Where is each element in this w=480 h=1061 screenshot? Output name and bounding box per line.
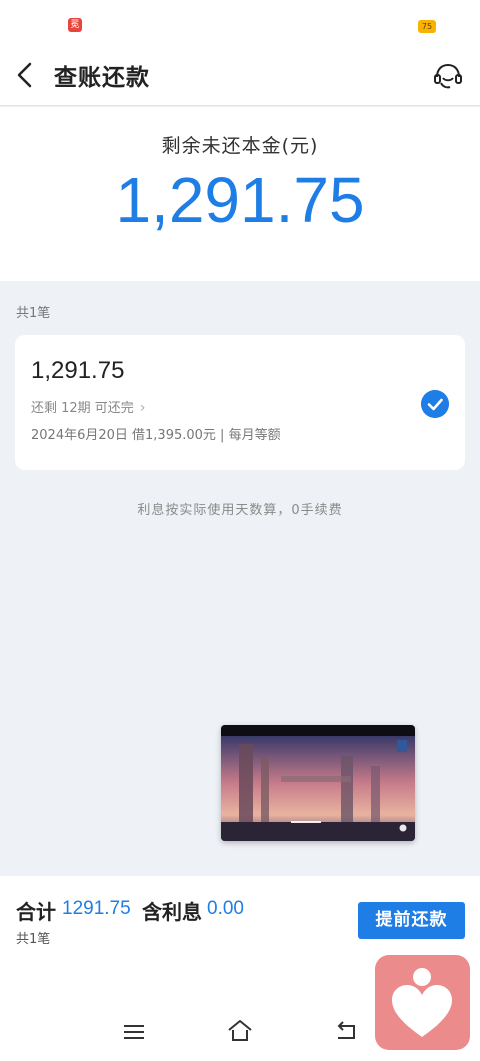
customer-service-icon[interactable] (432, 60, 464, 92)
remaining-principal-label: 剩余未还本金(元) (161, 135, 319, 157)
bottom-loan-count: 共1笔 (16, 932, 51, 947)
interest-label: 含利息 (142, 900, 202, 924)
floating-video-player[interactable] (221, 725, 415, 841)
notification-app-icon: 冕 (68, 18, 82, 32)
interest-note: 利息按实际使用天数算，0手续费 (137, 503, 343, 518)
prepay-button[interactable]: 提前还款 (358, 902, 465, 939)
loan-terms-link[interactable]: 还剩 12期 可还完 › (31, 397, 145, 416)
loan-count: 共1笔 (16, 306, 51, 321)
status-bar: 冕 75 (0, 0, 480, 44)
loan-info: 2024年6月20日 借1,395.00元 | 每月等额 (31, 428, 281, 443)
principal-summary: 剩余未还本金(元) 1,291.75 (0, 107, 480, 281)
total-label: 合计 (16, 900, 56, 924)
header: 查账还款 (0, 44, 480, 106)
nav-menu-icon[interactable] (123, 1023, 145, 1041)
remaining-principal-amount: 1,291.75 (115, 164, 365, 236)
chevron-right-icon: › (139, 400, 146, 416)
battery-icon: 75 (418, 20, 436, 33)
nav-back-icon[interactable] (334, 1020, 358, 1042)
floating-app-widget[interactable] (375, 955, 470, 1050)
total-value: 1291.75 (62, 898, 131, 919)
page-title: 查账还款 (54, 65, 150, 91)
interest-value: 0.00 (207, 898, 244, 919)
video-frame-image (221, 736, 415, 841)
video-title-bar (221, 725, 415, 736)
loan-card[interactable]: 1,291.75 还剩 12期 可还完 › 2024年6月20日 借1,395.0… (15, 335, 465, 470)
heart-person-icon (392, 968, 452, 1037)
back-arrow-icon[interactable] (12, 60, 40, 90)
selected-check-icon[interactable] (421, 390, 449, 418)
loan-amount: 1,291.75 (31, 357, 125, 384)
nav-home-icon[interactable] (226, 1018, 254, 1044)
loan-terms-text: 还剩 12期 可还完 (31, 401, 134, 416)
